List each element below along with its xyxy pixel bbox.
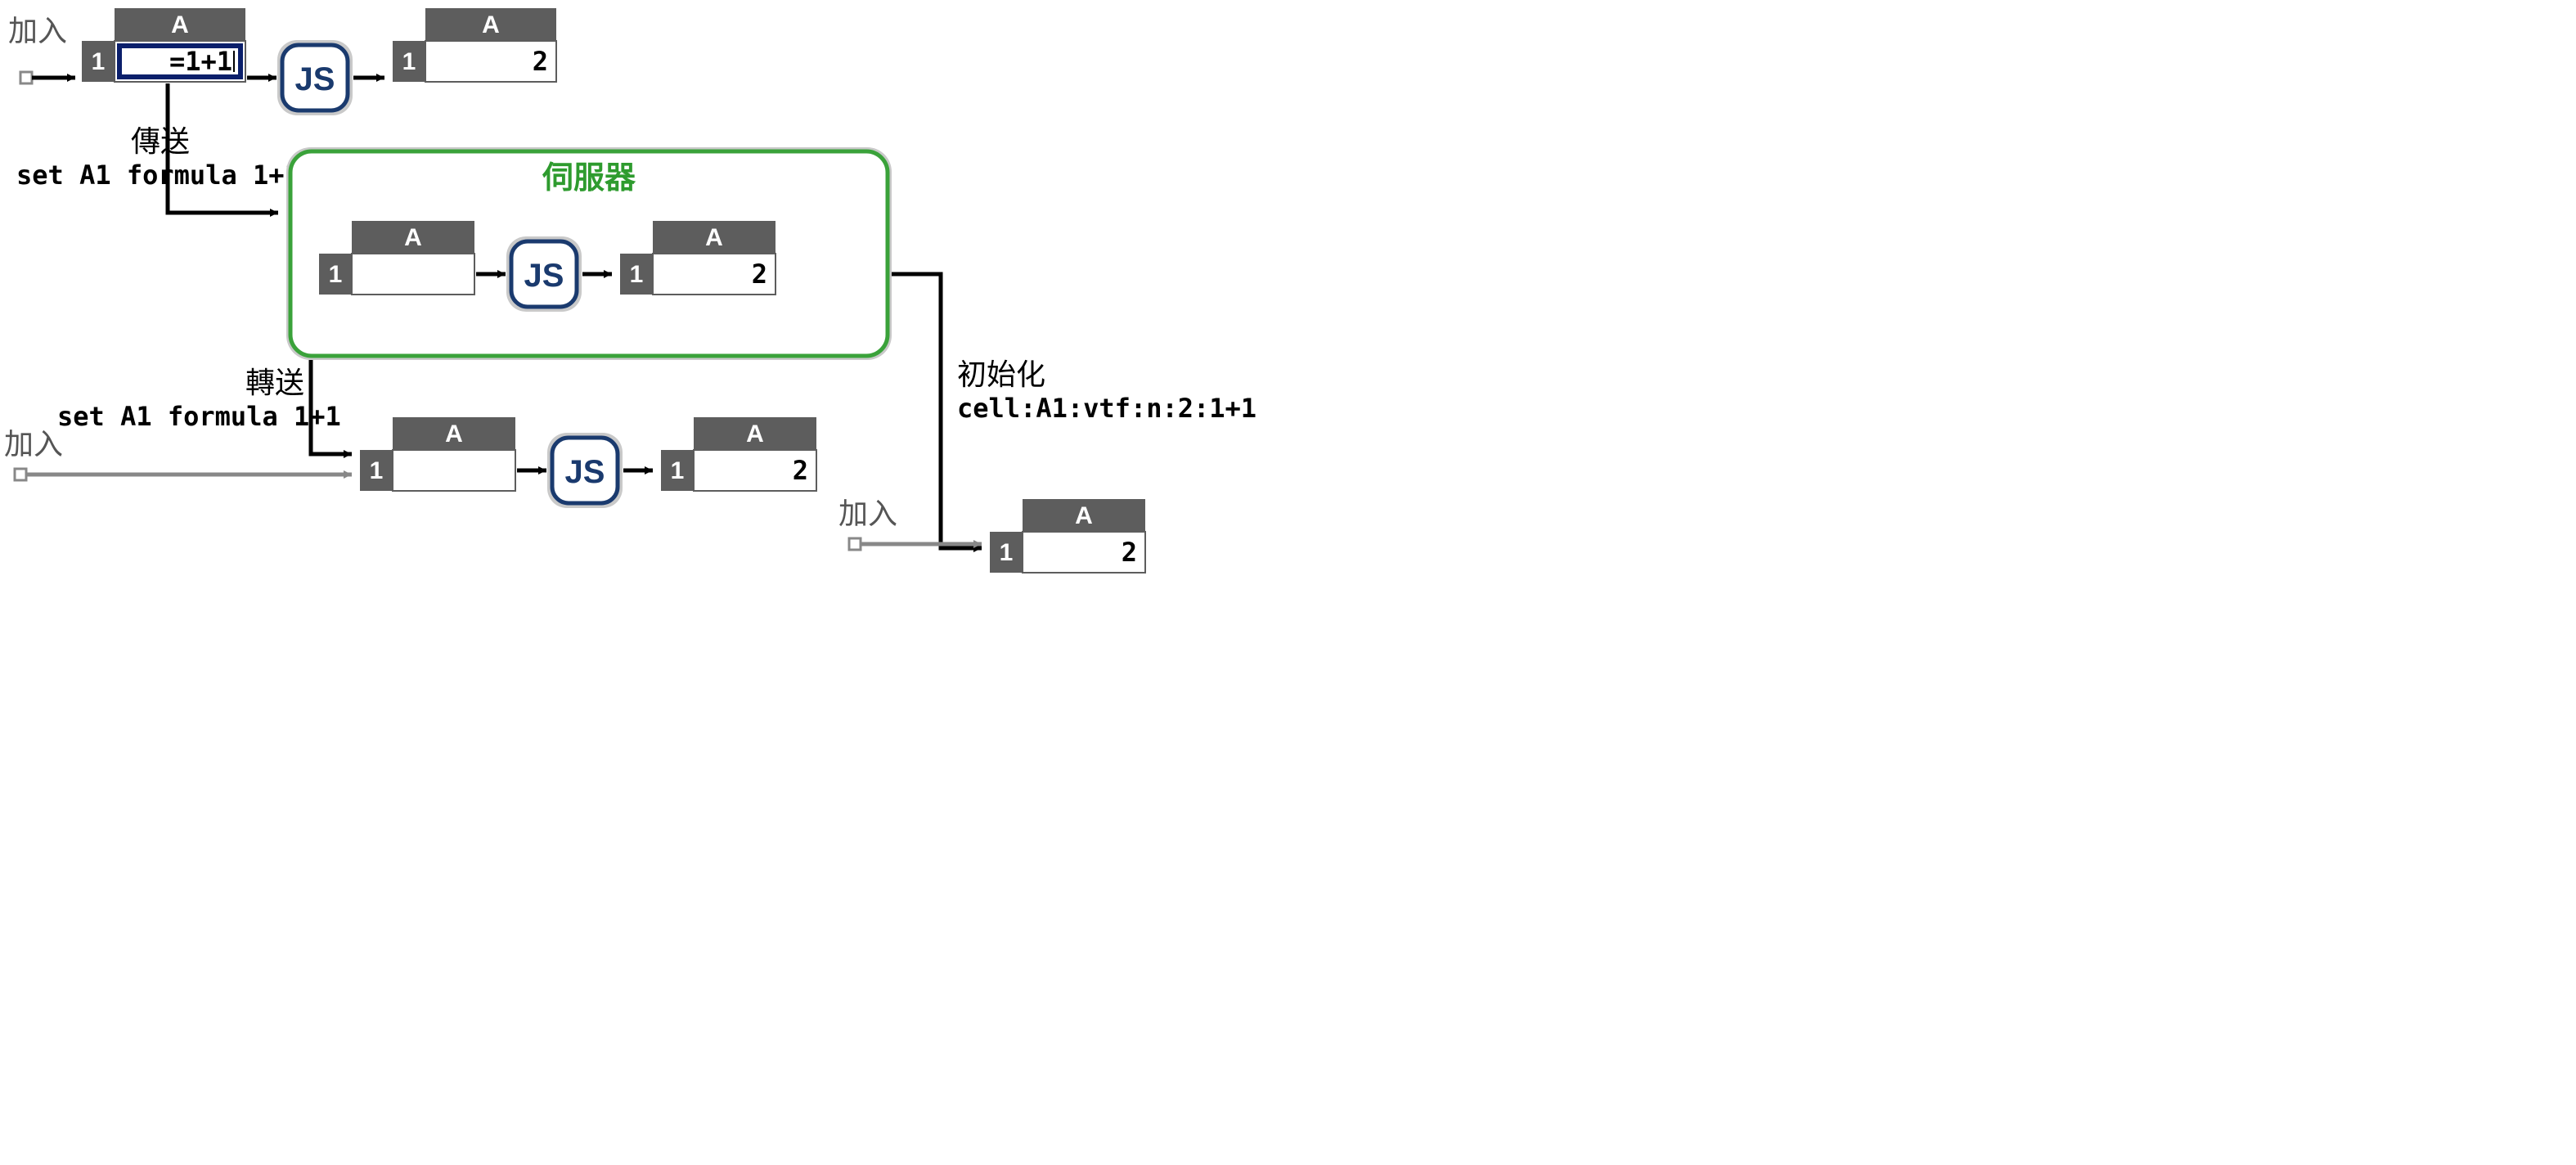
join-label-1: 加入	[8, 14, 67, 47]
svg-text:A: A	[445, 421, 463, 448]
svg-text:1: 1	[329, 261, 343, 288]
spreadsheet-result-top: A 1 2	[393, 8, 556, 82]
join-label-2: 加入	[4, 427, 63, 461]
svg-text:1: 1	[370, 457, 384, 484]
join-node-1	[20, 72, 32, 83]
forward-label: 轉送	[245, 366, 304, 399]
svg-text:2: 2	[752, 259, 767, 290]
js-badge-server: JS	[506, 236, 582, 312]
server-title: 伺服器	[542, 161, 636, 196]
svg-text:A: A	[1075, 502, 1093, 529]
cell-formula: =1+1	[169, 46, 232, 77]
svg-text:A: A	[705, 224, 723, 251]
server-box: 伺服器 A 1 JS A 1 2	[286, 147, 892, 360]
svg-text:JS: JS	[295, 61, 335, 97]
diagram-root: 加入 A 1 =1+1 JS A 1 2 傳送 set A1 formula 1…	[0, 0, 1292, 582]
js-badge-1: JS	[277, 40, 353, 115]
svg-text:1: 1	[402, 48, 416, 75]
forward-command: set A1 formula 1+1	[57, 401, 341, 432]
init-label: 初始化	[957, 358, 1045, 391]
svg-text:A: A	[746, 421, 764, 448]
svg-text:A: A	[404, 224, 422, 251]
send-label: 傳送	[131, 124, 190, 158]
svg-text:2: 2	[1122, 537, 1137, 568]
col-header: A	[171, 11, 189, 38]
join-label-3: 加入	[838, 497, 897, 530]
svg-text:2: 2	[793, 455, 808, 486]
svg-text:1: 1	[1000, 539, 1014, 566]
svg-text:JS: JS	[524, 258, 564, 294]
svg-text:1: 1	[630, 261, 644, 288]
row-header: 1	[92, 48, 106, 75]
spreadsheet-client3: A 1 2	[990, 499, 1145, 573]
join-node-2	[15, 469, 26, 480]
svg-text:1: 1	[671, 457, 685, 484]
svg-text:2: 2	[533, 46, 548, 77]
spreadsheet-formula-input: A 1 =1+1	[82, 8, 245, 82]
js-badge-client2: JS	[547, 433, 623, 508]
svg-text:A: A	[482, 11, 500, 38]
join-node-3	[849, 538, 861, 550]
svg-text:JS: JS	[565, 454, 605, 490]
init-command: cell:A1:vtf:n:2:1+1	[957, 393, 1257, 424]
send-command: set A1 formula 1+1	[16, 160, 300, 191]
spreadsheet-client2-in: A 1	[360, 417, 515, 491]
spreadsheet-client2-out: A 1 2	[661, 417, 816, 491]
